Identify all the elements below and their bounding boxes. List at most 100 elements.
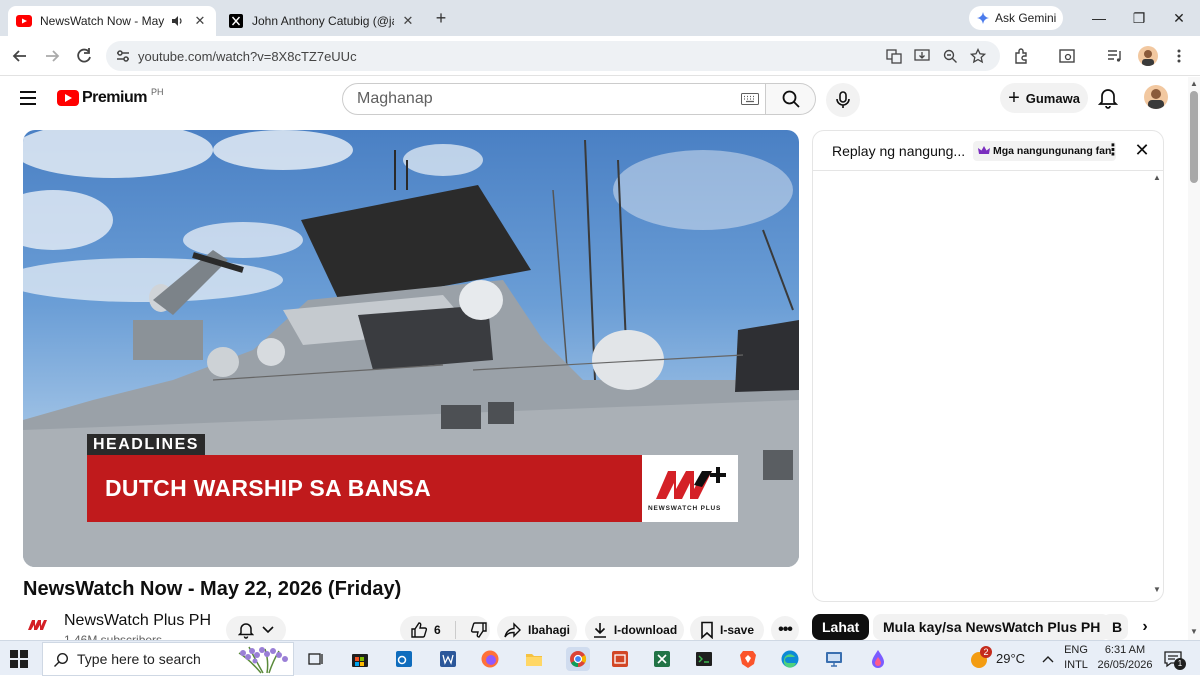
dislike-button[interactable] [470, 621, 488, 639]
audio-playing-icon[interactable] [170, 14, 186, 28]
zoom-icon[interactable] [942, 48, 958, 64]
ask-gemini-label: Ask Gemini [995, 11, 1057, 25]
guide-menu-icon[interactable] [20, 91, 36, 105]
gemini-sparkle-icon [977, 12, 989, 24]
taskbar-search-box[interactable]: Type here to search [42, 642, 294, 676]
download-label: I-download [613, 623, 678, 637]
back-button[interactable] [8, 44, 32, 68]
close-chat-icon[interactable]: ✕ [1133, 140, 1151, 160]
lavender-search-highlight-icon [235, 645, 293, 675]
clock-date: 26/05/2026 [1097, 659, 1153, 671]
chevron-down-icon [262, 626, 274, 634]
search-button[interactable] [766, 83, 816, 115]
show-hidden-icons-chevron-icon[interactable] [1042, 641, 1054, 676]
channel-name[interactable]: NewsWatch Plus PH [64, 612, 211, 630]
chat-scroll-down-icon[interactable]: ▼ [1153, 585, 1161, 594]
minimize-window-button[interactable]: — [1079, 6, 1119, 30]
windows-start-icon[interactable] [10, 650, 28, 668]
restore-window-button[interactable]: ❐ [1119, 6, 1159, 30]
translate-icon[interactable] [886, 48, 902, 64]
firefox-app-icon[interactable] [480, 649, 500, 669]
clock-time: 6:31 AM [1104, 644, 1146, 656]
notifications-bell-icon[interactable] [1098, 87, 1118, 109]
youtube-masthead: Premium PH + Gumawa [0, 77, 1188, 121]
chat-scroll-up-icon[interactable]: ▲ [1153, 173, 1161, 182]
address-bar[interactable]: youtube.com/watch?v=8X8cTZ7eUUc [106, 41, 1000, 71]
share-label: Ibahagi [527, 623, 570, 637]
url-text: youtube.com/watch?v=8X8cTZ7eUUc [138, 48, 357, 64]
chrome-app-icon[interactable] [566, 647, 590, 671]
system-clock[interactable]: 6:31 AM 26/05/2026 [1096, 643, 1154, 673]
weather-alert-badge: 2 [980, 645, 992, 658]
install-app-icon[interactable] [914, 48, 930, 64]
chip-partial[interactable]: B [1102, 614, 1128, 640]
media-controls-icon[interactable] [1106, 47, 1124, 65]
tab-search-icon[interactable] [1058, 47, 1076, 65]
chat-header: Replay ng nangung... Mga nangungunang fa… [813, 131, 1163, 171]
terminal-app-icon[interactable] [694, 649, 714, 669]
ask-gemini-button[interactable]: Ask Gemini [969, 6, 1063, 30]
chevron-right-icon[interactable]: › [1134, 616, 1156, 638]
reload-button[interactable] [72, 44, 96, 68]
crown-icon [978, 146, 990, 154]
forward-button[interactable] [40, 44, 64, 68]
close-tab-icon[interactable]: ✕ [192, 13, 208, 29]
logo-word: Premium [82, 89, 147, 106]
language-code: ENG [1064, 644, 1088, 656]
download-icon [593, 623, 606, 638]
microphone-icon [836, 91, 850, 108]
new-tab-button[interactable]: + [430, 8, 452, 30]
notification-center-icon[interactable]: 1 [1163, 641, 1186, 676]
search-input[interactable] [357, 90, 717, 108]
chip-from-channel[interactable]: Mula kay/sa NewsWatch Plus PH [873, 614, 1111, 640]
like-button[interactable]: 6 [410, 621, 441, 639]
share-icon [504, 622, 521, 638]
file-explorer-app-icon[interactable] [524, 649, 544, 669]
channel-logo[interactable] [27, 618, 49, 632]
chat-more-icon[interactable]: ⋮ [1105, 141, 1121, 161]
bookmark-star-icon[interactable] [970, 48, 986, 64]
excel-app-icon[interactable] [652, 649, 672, 669]
extensions-icon[interactable] [1012, 47, 1030, 65]
thumbs-up-icon [411, 622, 428, 638]
brave-app-icon[interactable] [738, 649, 758, 669]
page-scrollbar[interactable]: ▲ ▼ [1188, 77, 1200, 640]
newswatch-plus-logo: NEWSWATCH PLUS [642, 455, 738, 522]
create-button[interactable]: + Gumawa [1000, 83, 1088, 113]
x-favicon-icon [228, 13, 244, 29]
profile-avatar-icon[interactable] [1138, 46, 1158, 66]
youtube-favicon-icon [16, 13, 32, 29]
store-app-icon[interactable] [350, 649, 370, 669]
plus-icon: + [1008, 87, 1020, 109]
taskbar-search-placeholder: Type here to search [77, 651, 201, 667]
keyboard-icon[interactable] [741, 93, 759, 105]
input-language-indicator[interactable]: ENG INTL [1062, 643, 1090, 673]
word-app-icon[interactable] [438, 649, 458, 669]
outlook-app-icon[interactable] [394, 649, 414, 669]
scroll-up-icon[interactable]: ▲ [1190, 79, 1198, 88]
top-fan-badge[interactable]: Mga nangungunang fan [973, 141, 1117, 161]
weather-sun-icon: 2 [968, 645, 992, 670]
weather-widget[interactable]: 2 29°C [968, 641, 1025, 676]
browser-menu-icon[interactable] [1170, 47, 1188, 65]
site-settings-icon[interactable] [115, 48, 131, 64]
powerpoint-app-icon[interactable] [610, 649, 630, 669]
chat-mode-selector[interactable]: Replay ng nangung... [832, 143, 987, 159]
chip-all[interactable]: Lahat [812, 614, 870, 640]
account-avatar[interactable] [1144, 85, 1168, 109]
bookmark-icon [701, 621, 713, 639]
weather-temperature: 29°C [996, 651, 1026, 666]
edge-app-icon[interactable] [780, 649, 800, 669]
tab-youtube[interactable]: NewsWatch Now - May 22, 2026 (Friday) ✕ [8, 6, 216, 36]
scrollbar-thumb[interactable] [1190, 91, 1198, 183]
youtube-premium-logo[interactable]: Premium PH [57, 87, 163, 107]
close-tab-icon[interactable]: ✕ [400, 13, 416, 29]
remote-desktop-app-icon[interactable] [824, 649, 844, 669]
gradient-drop-app-icon[interactable] [868, 649, 888, 669]
tab-x-profile[interactable]: John Anthony Catubig (@jantc) ✕ [220, 6, 424, 36]
headline-bar: DUTCH WARSHIP SA BANSA [87, 455, 643, 522]
scroll-down-icon[interactable]: ▼ [1190, 627, 1198, 636]
close-window-button[interactable]: ✕ [1159, 6, 1199, 30]
voice-search-button[interactable] [826, 83, 860, 117]
task-view-icon[interactable] [306, 649, 326, 669]
